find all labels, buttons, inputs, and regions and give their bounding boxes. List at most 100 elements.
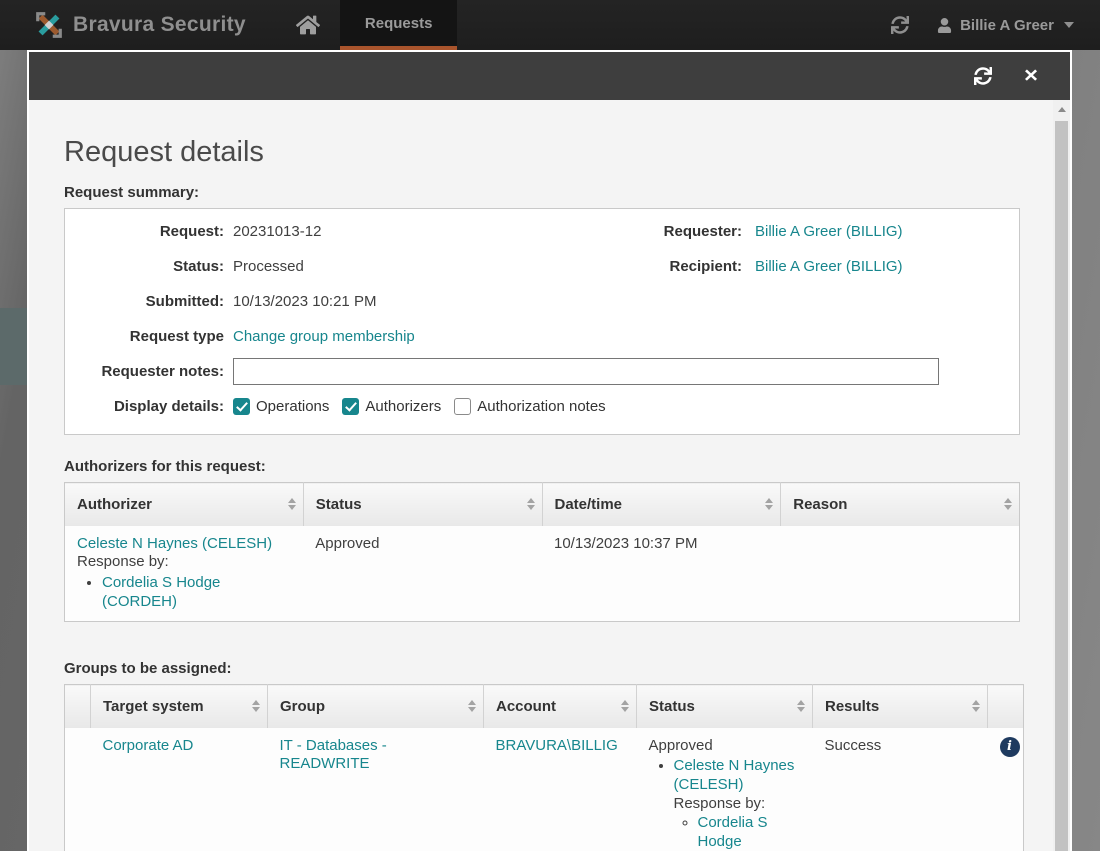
col-account[interactable]: Account [484,685,637,728]
dialog-content: Request details Request summary: Request… [29,100,1053,851]
authorizers-header-row: Authorizer Status Date/time Reason [65,483,1020,526]
select-cell [65,728,91,851]
brand[interactable]: Bravura Security [34,0,246,50]
groups-header-row: Target system Group Account Status [65,685,1024,728]
list-item: Cordelia S Hodge (CORDEH) [102,574,291,612]
authorizer-cell: Celeste N Haynes (CELESH) Response by: C… [65,526,304,622]
summary-row-display-details: Display details: Operations Authorizers … [65,389,1019,424]
info-cell: i [988,728,1024,851]
dialog-scrollbar[interactable] [1053,100,1070,851]
group-row: Corporate AD IT - Databases - READWRITE … [65,728,1024,851]
col-reason-label: Reason [793,496,847,513]
request-type-link[interactable]: Change group membership [233,328,415,345]
group-link[interactable]: IT - Databases - READWRITE [280,737,387,773]
top-navbar: Bravura Security Requests [0,0,1100,50]
sort-icon [621,700,629,712]
col-info [988,685,1024,728]
recipient-label: Recipient: [627,258,755,275]
group-response-by-link[interactable]: Cordelia S Hodge (CORDEH) [698,814,773,851]
requests-tab[interactable]: Requests [340,0,458,50]
user-icon [937,18,952,33]
checkbox-authorization-notes-label: Authorization notes [477,398,605,415]
home-tab[interactable] [276,0,340,50]
scrollbar-thumb[interactable] [1055,121,1068,851]
target-system-cell: Corporate AD [91,728,268,851]
request-value: 20231013-12 [233,223,321,240]
col-results[interactable]: Results [813,685,988,728]
authorizers-table: Authorizer Status Date/time Reason [64,482,1020,622]
checkbox-authorization-notes[interactable]: Authorization notes [454,398,605,415]
col-results-label: Results [825,698,879,715]
dialog-close-icon[interactable]: × [1024,65,1038,87]
col-datetime[interactable]: Date/time [542,483,781,526]
page: Bravura Security Requests [0,0,1100,851]
list-item: Cordelia S Hodge (CORDEH) [698,814,801,851]
group-status-cell: Approved Celeste N Haynes (CELESH) Respo… [637,728,813,851]
response-by-label: Response by: [77,553,291,572]
groups-table: Target system Group Account Status [64,684,1024,851]
group-authorizer-link[interactable]: Celeste N Haynes (CELESH) [674,757,795,793]
navbar-right: Billie A Greer [891,0,1074,50]
reason-cell [781,526,1020,622]
scrollbar-up-button[interactable] [1053,100,1070,119]
sort-icon [972,700,980,712]
page-title: Request details [64,136,1020,169]
background-band [0,308,27,385]
col-select[interactable] [65,685,91,728]
user-name: Billie A Greer [960,17,1054,34]
col-target-system[interactable]: Target system [91,685,268,728]
target-system-link[interactable]: Corporate AD [103,737,194,754]
checkbox-operations-box[interactable] [233,398,250,415]
sort-icon [527,498,535,510]
response-by-link[interactable]: Cordelia S Hodge (CORDEH) [102,574,220,610]
requester-link[interactable]: Billie A Greer (BILLIG) [755,223,903,240]
sort-icon [468,700,476,712]
status-label: Status: [65,258,233,275]
results-cell: Success [813,728,988,851]
checkbox-authorization-notes-box[interactable] [454,398,471,415]
request-label: Request: [65,223,233,240]
list-item: Celeste N Haynes (CELESH) Response by: C… [674,757,801,851]
authorizer-row: Celeste N Haynes (CELESH) Response by: C… [65,526,1020,622]
recipient-link[interactable]: Billie A Greer (BILLIG) [755,258,903,275]
summary-row-status: Status: Processed Recipient: Billie A Gr… [65,249,1019,284]
checkbox-operations[interactable]: Operations [233,398,329,415]
summary-row-submitted: Submitted: 10/13/2023 10:21 PM [65,284,1019,319]
col-reason[interactable]: Reason [781,483,1020,526]
col-group[interactable]: Group [268,685,484,728]
status-value: Processed [233,258,304,275]
display-details-label: Display details: [65,398,233,415]
checkbox-operations-label: Operations [256,398,329,415]
request-type-label: Request type [65,328,233,345]
account-link[interactable]: BRAVURA\BILLIG [496,737,618,754]
navbar-refresh-icon[interactable] [891,16,909,34]
user-menu[interactable]: Billie A Greer [937,17,1074,34]
home-icon [296,14,320,36]
checkbox-authorizers[interactable]: Authorizers [342,398,441,415]
col-authorizer[interactable]: Authorizer [65,483,304,526]
requester-notes-input[interactable] [233,358,939,385]
col-account-label: Account [496,698,556,715]
caret-down-icon [1064,22,1074,28]
submitted-value: 10/13/2023 10:21 PM [233,293,376,310]
summary-heading: Request summary: [64,184,1020,201]
account-cell: BRAVURA\BILLIG [484,728,637,851]
checkbox-authorizers-box[interactable] [342,398,359,415]
col-group-status[interactable]: Status [637,685,813,728]
requester-label: Requester: [627,223,755,240]
col-group-label: Group [280,698,325,715]
info-icon[interactable]: i [1000,737,1020,757]
response-by-label: Response by: [674,795,801,814]
dialog-titlebar: × [29,52,1070,100]
col-group-status-label: Status [649,698,695,715]
groups-heading: Groups to be assigned: [64,660,1020,677]
col-authorizer-label: Authorizer [77,496,152,513]
checkbox-authorizers-label: Authorizers [365,398,441,415]
sort-icon [797,700,805,712]
request-details-dialog: × Request details Request summary: Reque… [27,50,1072,851]
dialog-refresh-icon[interactable] [974,67,992,85]
sort-icon [1004,498,1012,510]
col-status[interactable]: Status [303,483,542,526]
authorizer-link[interactable]: Celeste N Haynes (CELESH) [77,535,272,552]
sort-icon [765,498,773,510]
